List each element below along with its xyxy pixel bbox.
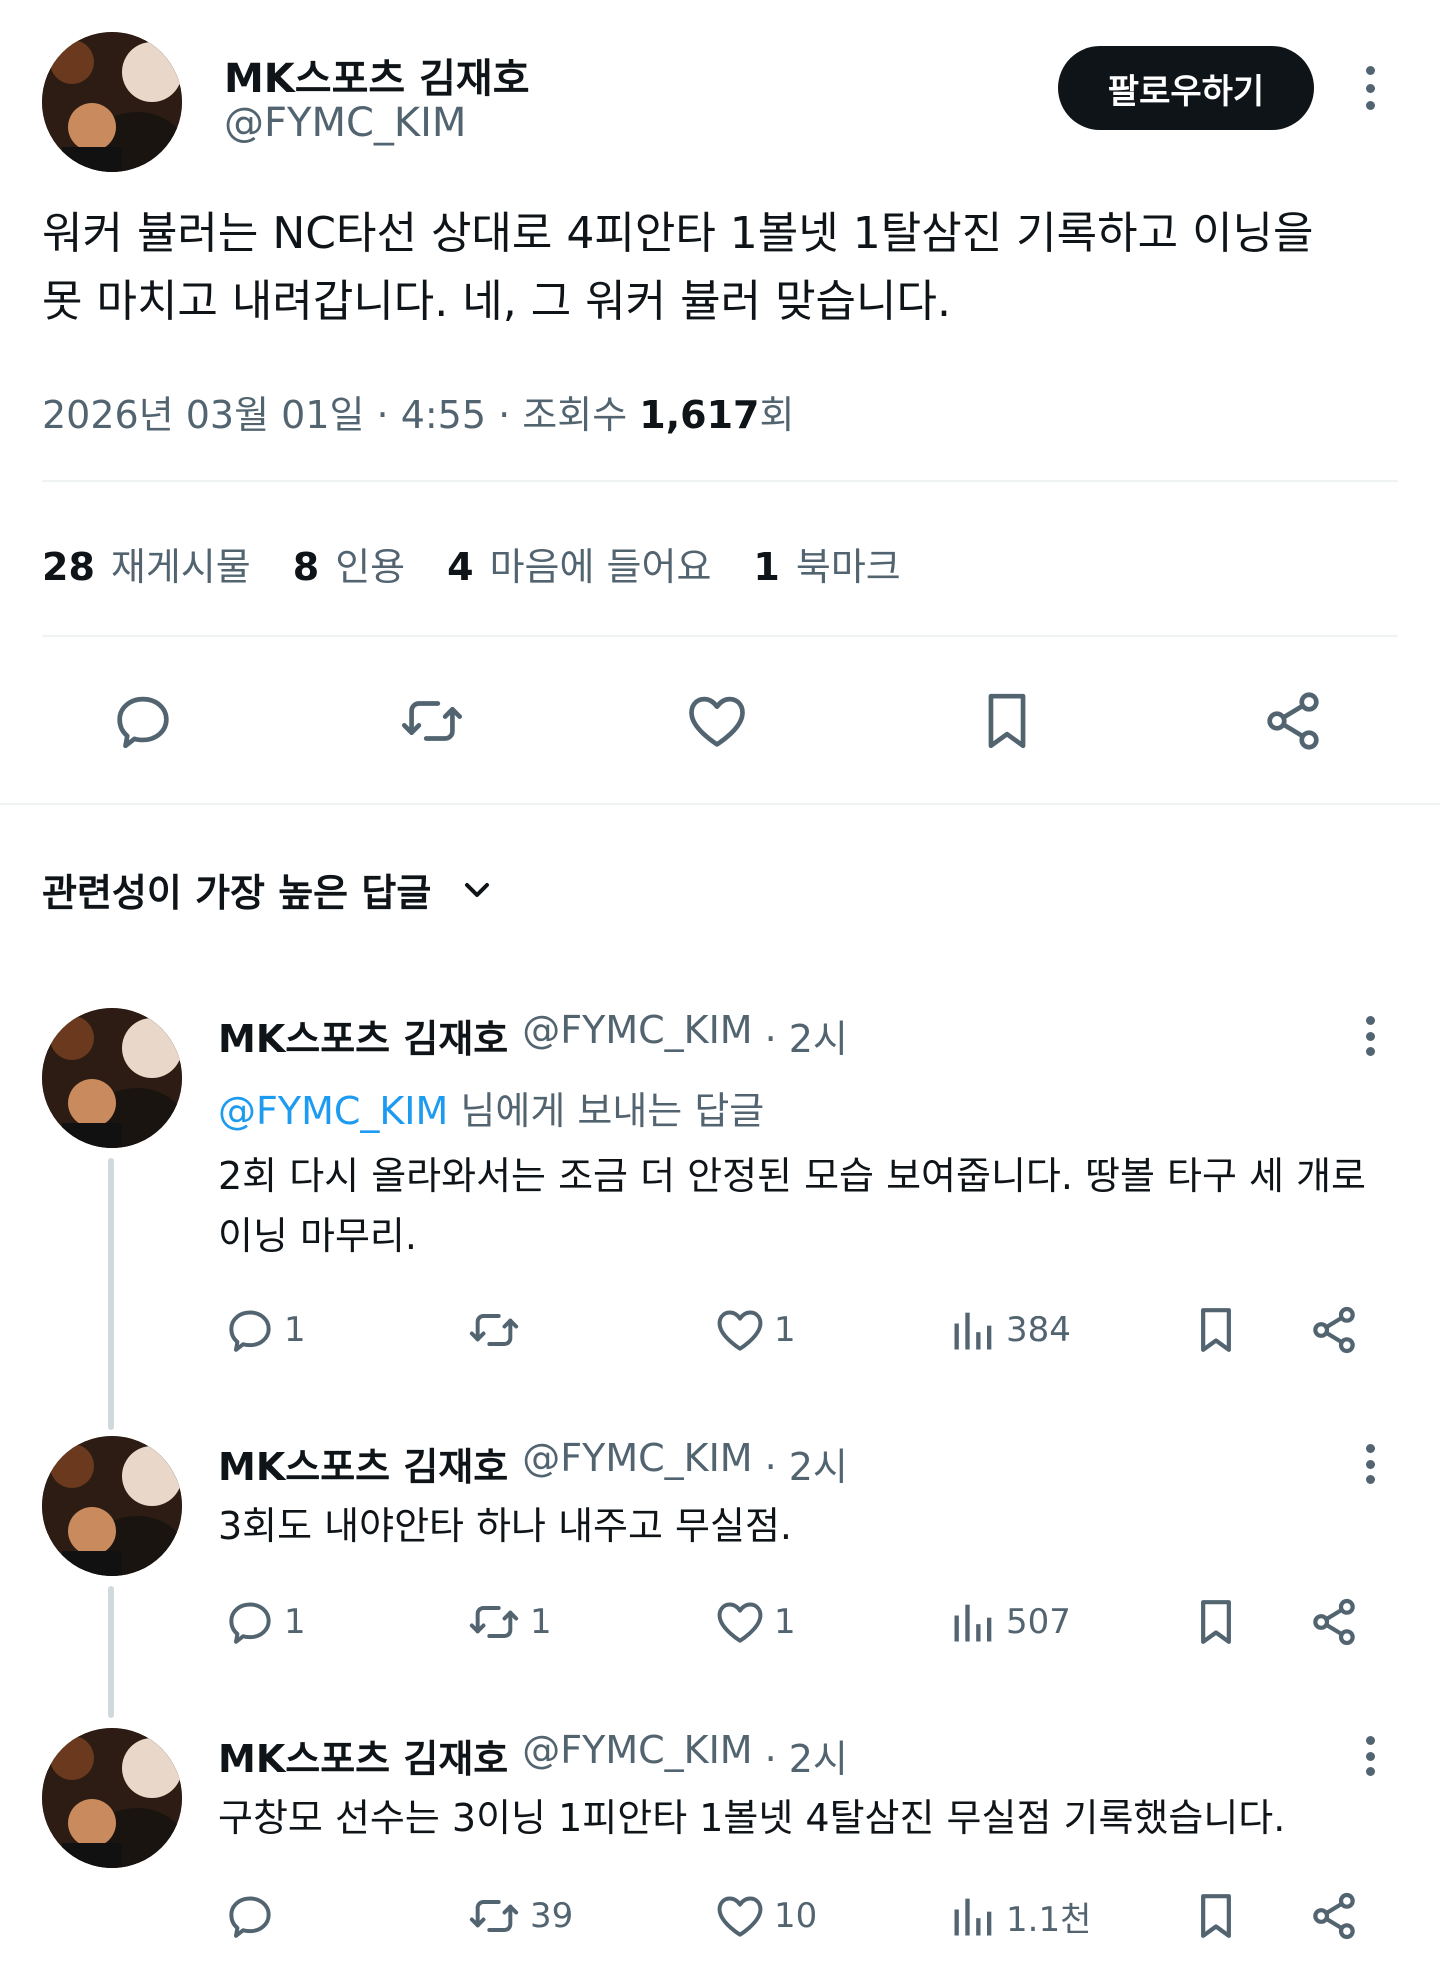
reply-avatar[interactable] xyxy=(42,1728,182,1868)
replies-sort-label: 관련성이 가장 높은 답글 xyxy=(42,871,432,915)
reply-action[interactable]: 1 xyxy=(222,1594,306,1650)
share-icon[interactable] xyxy=(1306,1594,1362,1650)
share-icon[interactable] xyxy=(1258,686,1328,756)
views-action[interactable]: 1.1천 xyxy=(948,1888,1091,1944)
bookmark-icon[interactable] xyxy=(972,686,1042,756)
divider xyxy=(42,480,1398,482)
more-options-icon[interactable] xyxy=(1363,1736,1377,1776)
retweet-action[interactable]: 1 xyxy=(464,1594,552,1650)
share-icon[interactable] xyxy=(1306,1302,1362,1358)
like-icon[interactable] xyxy=(682,686,752,756)
more-options-icon[interactable] xyxy=(1363,66,1377,110)
author-name[interactable]: MK스포츠 김재호 xyxy=(224,46,530,104)
quotes-stat[interactable]: 8 인용 xyxy=(293,536,405,591)
views-icon xyxy=(954,1898,992,1936)
views-unit: 회 xyxy=(759,393,795,437)
reply-to-mention[interactable]: @FYMC_KIM xyxy=(218,1089,448,1133)
reply-icon[interactable] xyxy=(108,686,178,756)
like-action[interactable]: 1 xyxy=(712,1594,796,1650)
reply-time[interactable]: · 2시 xyxy=(765,1728,848,1783)
reply-author-name[interactable]: MK스포츠 김재호 xyxy=(218,1728,508,1783)
reply-text-line-1: 구창모 선수는 3이닝 1피안타 1볼넷 4탈삼진 무실점 기록했습니다. xyxy=(218,1796,1286,1840)
divider xyxy=(42,635,1398,637)
author-handle[interactable]: @FYMC_KIM xyxy=(224,100,466,146)
views-action[interactable]: 507 xyxy=(948,1594,1071,1650)
engagement-stats: 28 재게시물 8 인용 4 마음에 들어요 1 북마크 xyxy=(42,536,943,591)
author-avatar[interactable] xyxy=(42,32,182,172)
reply-text-line-1: 3회도 내야안타 하나 내주고 무실점. xyxy=(218,1504,793,1548)
tweet-time[interactable]: 4:55 xyxy=(401,393,486,437)
bookmark-icon[interactable] xyxy=(1188,1888,1244,1944)
thread-line xyxy=(108,1158,114,1430)
reply-header: MK스포츠 김재호 @FYMC_KIM · 2시 xyxy=(218,1008,848,1063)
tweet-text-line-1: 워커 뷸러는 NC타선 상대로 4피안타 1볼넷 1탈삼진 기록하고 이닝을 xyxy=(42,208,1314,259)
like-icon xyxy=(717,1310,763,1351)
reply-header: MK스포츠 김재호 @FYMC_KIM · 2시 xyxy=(218,1436,848,1491)
views-label: 조회수 xyxy=(522,393,628,437)
more-options-icon[interactable] xyxy=(1363,1444,1377,1484)
bookmark-icon[interactable] xyxy=(1188,1302,1244,1358)
reply-author-name[interactable]: MK스포츠 김재호 xyxy=(218,1436,508,1491)
like-icon xyxy=(717,1896,763,1937)
section-divider xyxy=(0,803,1440,805)
chevron-down-icon xyxy=(465,882,490,897)
retweet-action[interactable] xyxy=(464,1302,530,1358)
views-icon xyxy=(954,1312,992,1350)
views-action[interactable]: 384 xyxy=(948,1302,1071,1358)
reply-text-line-2: 이닝 마무리. xyxy=(218,1214,417,1258)
retweet-icon xyxy=(469,1900,519,1932)
retweets-stat[interactable]: 28 재게시물 xyxy=(42,536,251,591)
views-icon xyxy=(954,1604,992,1642)
retweet-icon[interactable] xyxy=(394,686,470,756)
reply-author-name[interactable]: MK스포츠 김재호 xyxy=(218,1008,508,1063)
likes-stat[interactable]: 4 마음에 들어요 xyxy=(447,536,711,591)
retweet-action[interactable]: 39 xyxy=(464,1888,573,1944)
reply-header: MK스포츠 김재호 @FYMC_KIM · 2시 xyxy=(218,1728,848,1783)
retweet-icon xyxy=(469,1314,519,1346)
reply-action[interactable]: 1 xyxy=(222,1302,306,1358)
reply-icon xyxy=(229,1896,271,1938)
like-action[interactable]: 1 xyxy=(712,1302,796,1358)
replying-to: @FYMC_KIM 님에게 보내는 답글 xyxy=(218,1089,765,1133)
reply-author-handle[interactable]: @FYMC_KIM xyxy=(522,1728,752,1783)
thread-line xyxy=(108,1586,114,1718)
tweet-date[interactable]: 2026년 03월 01일 xyxy=(42,393,364,437)
more-options-icon[interactable] xyxy=(1363,1016,1377,1056)
retweet-icon xyxy=(469,1606,519,1638)
views-count: 1,617 xyxy=(639,393,760,437)
reply-icon xyxy=(229,1310,271,1352)
tweet-metadata: 2026년 03월 01일 · 4:55 · 조회수 1,617회 xyxy=(42,393,795,437)
follow-button[interactable]: 팔로우하기 xyxy=(1058,46,1314,130)
reply-time[interactable]: · 2시 xyxy=(765,1436,848,1491)
tweet-text-line-2: 못 마치고 내려갑니다. 네, 그 워커 뷸러 맞습니다. xyxy=(42,276,951,327)
reply-icon xyxy=(229,1602,271,1644)
reply-avatar[interactable] xyxy=(42,1008,182,1148)
bookmarks-stat[interactable]: 1 북마크 xyxy=(753,536,900,591)
replies-sort-dropdown[interactable]: 관련성이 가장 높은 답글 xyxy=(42,862,497,917)
bookmark-icon[interactable] xyxy=(1188,1594,1244,1650)
reply-author-handle[interactable]: @FYMC_KIM xyxy=(522,1008,752,1063)
share-icon[interactable] xyxy=(1306,1888,1362,1944)
like-action[interactable]: 10 xyxy=(712,1888,817,1944)
reply-author-handle[interactable]: @FYMC_KIM xyxy=(522,1436,752,1491)
reply-text-line-1: 2회 다시 올라와서는 조금 더 안정된 모습 보여줍니다. 땅볼 타구 세 개… xyxy=(218,1154,1367,1198)
reply-avatar[interactable] xyxy=(42,1436,182,1576)
like-icon xyxy=(717,1602,763,1643)
reply-time[interactable]: · 2시 xyxy=(765,1008,848,1063)
reply-action[interactable] xyxy=(222,1888,284,1944)
